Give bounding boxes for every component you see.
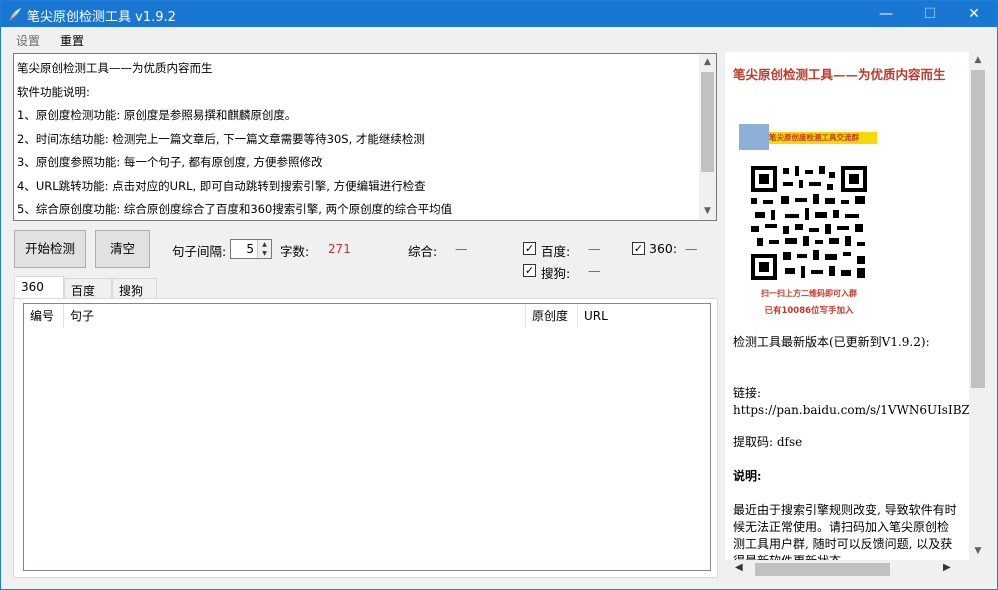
- s360-checkbox[interactable]: ✓: [632, 242, 645, 255]
- column-header-sentence[interactable]: 句子: [64, 304, 526, 328]
- sogou-label: 搜狗:: [541, 266, 571, 281]
- tab-360[interactable]: 360: [14, 276, 64, 299]
- interval-label: 句子间隔:: [172, 244, 227, 259]
- stepper-arrows-icon[interactable]: ▲ ▼: [257, 240, 271, 258]
- char-count-value: 271: [328, 241, 351, 256]
- extract-code: 提取码: dfse: [733, 435, 803, 449]
- info-panel-vscroll[interactable]: ▲ ▼: [969, 52, 987, 560]
- scroll-thumb[interactable]: [971, 70, 985, 388]
- info-panel-title: 笔尖原创检测工具——为优质内容而生: [733, 67, 946, 82]
- main-window: 笔尖原创检测工具 v1.9.2 — ☐ ✕ 设置 重置 笔尖原创检测工具——为优…: [0, 0, 998, 590]
- scroll-right-icon[interactable]: ▶: [943, 562, 951, 573]
- menu-reset[interactable]: 重置: [60, 32, 84, 49]
- sogou-checkbox[interactable]: ✓: [523, 264, 536, 277]
- start-detect-button[interactable]: 开始检测: [14, 230, 86, 268]
- group-avatars-icon: [739, 124, 769, 150]
- title-bar[interactable]: 笔尖原创检测工具 v1.9.2 — ☐ ✕: [1, 1, 997, 27]
- description-line: 4、URL跳转功能: 点击对应的URL, 即可自动跳转到搜索引擎, 方便编辑进行…: [17, 178, 426, 193]
- scroll-thumb[interactable]: [701, 72, 714, 172]
- description-scrollbar[interactable]: ▲ ▼: [699, 54, 716, 220]
- description-line: 5、综合原创度功能: 综合原创度综合了百度和360搜索引擎, 两个原创度的综合平…: [17, 202, 453, 216]
- qr-group-card: 笔尖原创度检测工具交流群 扫一扫上方二维码即可入群 已有10086位写手加入: [739, 124, 879, 320]
- tab-baidu[interactable]: 百度: [64, 278, 112, 298]
- maximize-button[interactable]: ☐: [907, 1, 953, 27]
- overall-label: 综合:: [408, 244, 438, 259]
- sogou-value: —: [588, 263, 601, 278]
- s360-label: 360:: [649, 241, 678, 256]
- scroll-down-icon[interactable]: ▼: [699, 203, 716, 220]
- tab-panel-360: 编号 句子 原创度 URL: [13, 298, 718, 578]
- s360-value: —: [685, 241, 698, 256]
- notes-heading: 说明:: [733, 469, 762, 483]
- close-button[interactable]: ✕: [951, 1, 997, 27]
- qr-caption-join: 扫一扫上方二维码即可入群: [761, 289, 857, 298]
- column-header-originality[interactable]: 原创度: [526, 304, 578, 328]
- description-line: 2、时间冻结功能: 检测完上一篇文章后, 下一篇文章需要等待30S, 才能继续检…: [17, 131, 425, 146]
- description-line: 笔尖原创检测工具——为优质内容而生: [17, 61, 213, 75]
- baidu-checkbox[interactable]: ✓: [523, 242, 536, 255]
- info-panel: 笔尖原创检测工具——为优质内容而生 笔尖原创度检测工具交流群 扫一扫上方二维码即…: [725, 52, 987, 579]
- description-line: 软件功能说明:: [17, 84, 90, 99]
- menu-bar: 设置 重置: [1, 28, 997, 50]
- app-feather-icon: [9, 8, 21, 21]
- results-table[interactable]: 编号 句子 原创度 URL: [23, 303, 711, 571]
- version-text: 检测工具最新版本(已更新到V1.9.2):: [733, 335, 930, 349]
- baidu-value: —: [588, 241, 601, 256]
- clear-button[interactable]: 清空: [95, 230, 150, 268]
- qr-caption-top: 笔尖原创度检测工具交流群: [769, 132, 877, 144]
- column-header-url[interactable]: URL: [578, 304, 710, 328]
- interval-stepper[interactable]: 5 ▲ ▼: [230, 239, 272, 259]
- description-line: 1、原创度检测功能: 原创度是参照易撰和麒麟原创度。: [17, 108, 297, 122]
- scroll-left-icon[interactable]: ◀: [735, 562, 743, 573]
- scroll-up-icon[interactable]: ▲: [699, 54, 716, 71]
- minimize-button[interactable]: —: [863, 1, 909, 27]
- scroll-down-icon[interactable]: ▼: [969, 543, 987, 560]
- column-header-index[interactable]: 编号: [24, 304, 64, 328]
- interval-value[interactable]: 5: [246, 242, 254, 256]
- overall-value: —: [455, 241, 468, 256]
- baidu-label: 百度:: [541, 244, 571, 259]
- char-count-label: 字数:: [280, 244, 310, 259]
- description-text: 笔尖原创检测工具——为优质内容而生 软件功能说明: 1、原创度检测功能: 原创度是参…: [17, 57, 697, 220]
- qr-code-icon: [749, 164, 869, 282]
- scroll-thumb[interactable]: [755, 563, 890, 576]
- description-line: 3、原创度参照功能: 每一个句子, 都有原创度, 方便参照修改: [17, 155, 323, 169]
- qr-caption-members: 已有10086位写手加入: [764, 306, 854, 316]
- menu-settings[interactable]: 设置: [16, 32, 40, 49]
- tab-sogou[interactable]: 搜狗: [112, 278, 157, 298]
- window-title: 笔尖原创检测工具 v1.9.2: [27, 10, 176, 25]
- description-textarea[interactable]: 笔尖原创检测工具——为优质内容而生 软件功能说明: 1、原创度检测功能: 原创度是参…: [13, 53, 717, 221]
- download-link[interactable]: https://pan.baidu.com/s/1VWN6UIsIBZuaA: [733, 402, 983, 419]
- link-label: 链接:: [733, 386, 762, 400]
- info-panel-hscroll[interactable]: ◀ ▶: [725, 560, 987, 579]
- scroll-up-icon[interactable]: ▲: [969, 52, 987, 69]
